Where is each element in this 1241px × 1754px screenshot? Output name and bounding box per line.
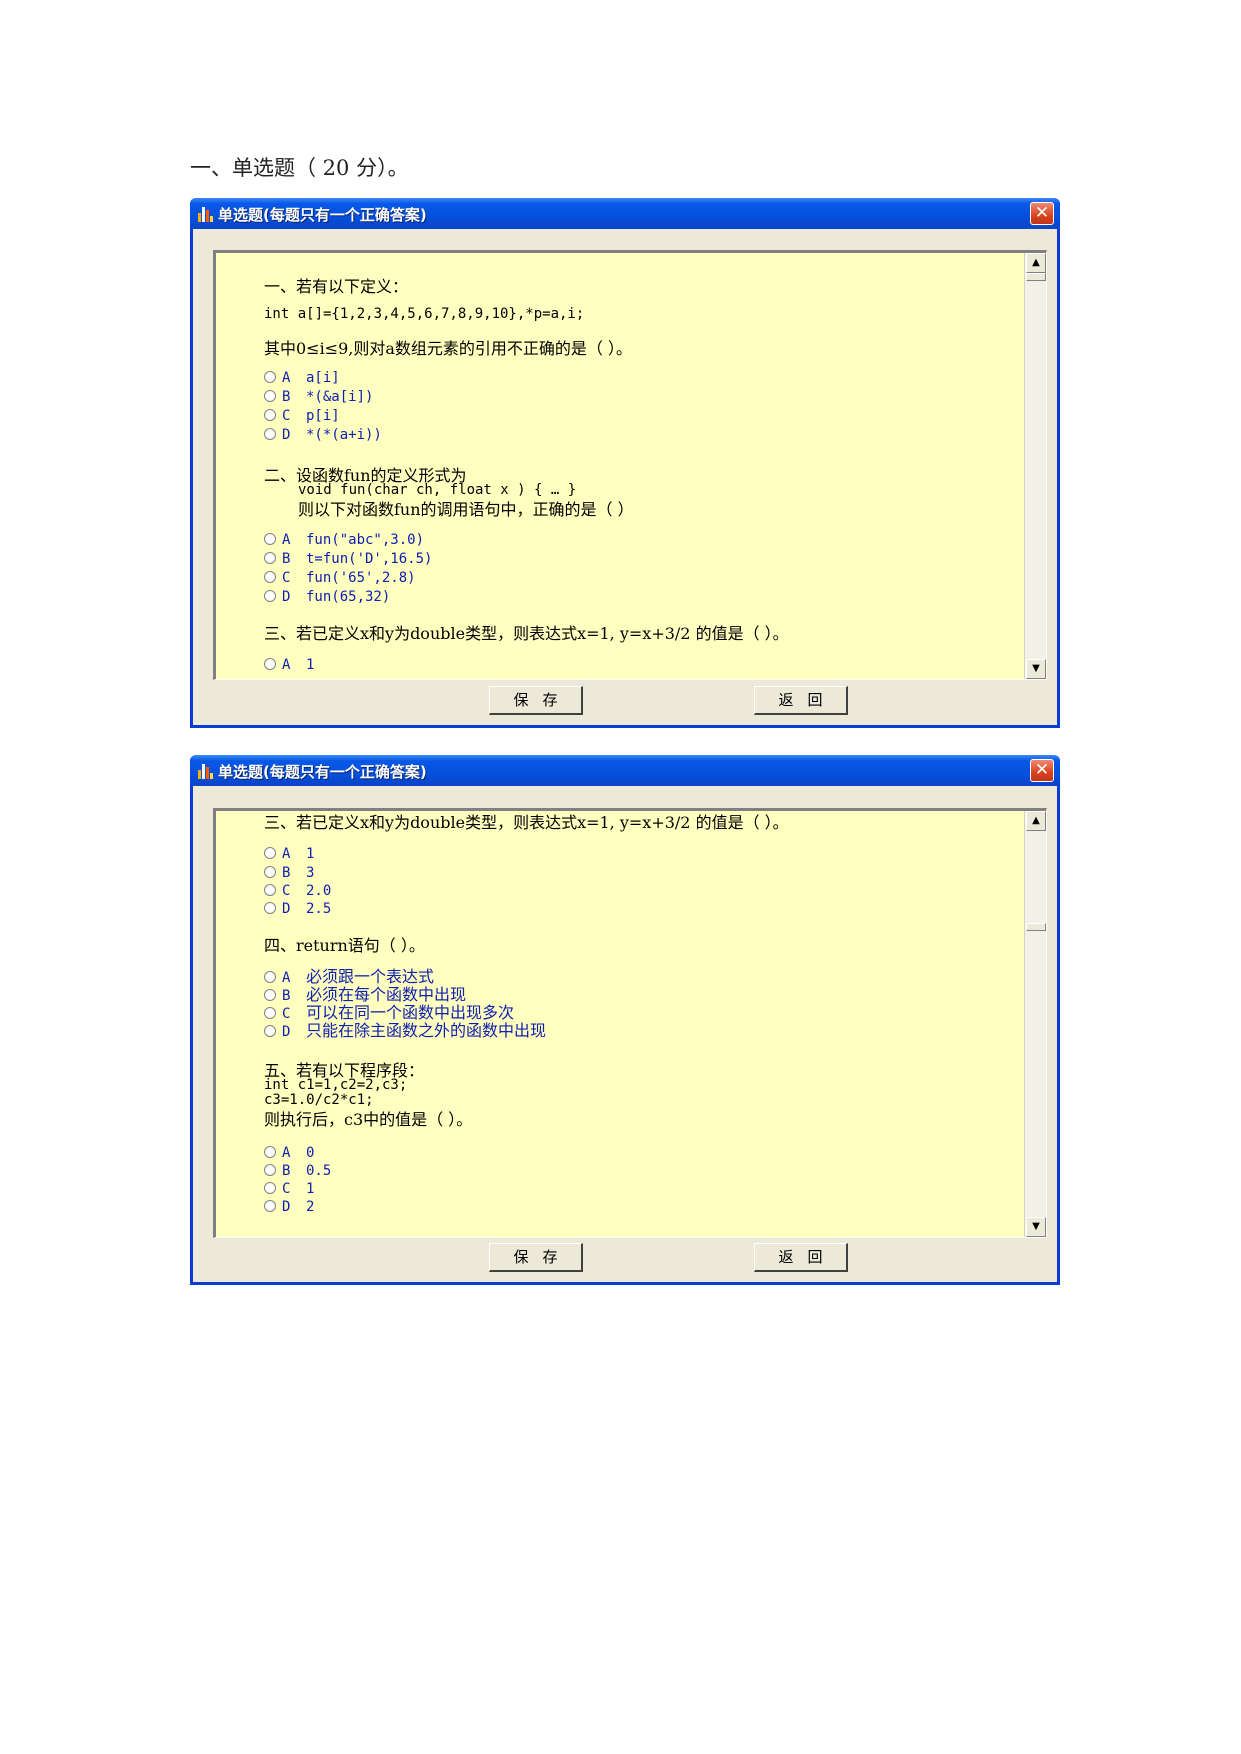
- q1-option-b[interactable]: B *(&a[i]): [264, 388, 373, 406]
- q3-option-c[interactable]: C 2.0: [264, 882, 331, 900]
- q4-option-d[interactable]: D 只能在除主函数之外的函数中出现: [264, 1022, 546, 1040]
- radio-button[interactable]: [264, 884, 276, 896]
- q2-option-c[interactable]: Cfun('65',2.8): [264, 569, 416, 587]
- radio-button[interactable]: [264, 390, 276, 402]
- q3-option-b[interactable]: B3: [264, 864, 314, 882]
- scroll-thumb[interactable]: [1026, 923, 1046, 931]
- radio-button[interactable]: [264, 866, 276, 878]
- radio-button[interactable]: [264, 1200, 276, 1212]
- arrow-up-icon[interactable]: ▲: [1026, 253, 1046, 273]
- back-button[interactable]: 返回: [754, 1243, 848, 1272]
- radio-button[interactable]: [264, 902, 276, 914]
- radio-button[interactable]: [264, 371, 276, 383]
- quiz-window-2: 单选题(每题只有一个正确答案) ✕ 三、若已定义x和y为double类型，则表达…: [190, 755, 1060, 1285]
- q1-option-c[interactable]: Cp[i]: [264, 407, 340, 425]
- close-icon[interactable]: ✕: [1030, 202, 1054, 225]
- q5-option-b[interactable]: B 0.5: [264, 1162, 331, 1180]
- arrow-down-icon[interactable]: ▼: [1026, 1217, 1046, 1237]
- q5-option-d[interactable]: D2: [264, 1198, 314, 1216]
- q3-option-a[interactable]: A1: [264, 845, 314, 863]
- radio-button[interactable]: [264, 409, 276, 421]
- save-button[interactable]: 保存: [489, 1243, 583, 1272]
- q4-option-b[interactable]: B 必须在每个函数中出现: [264, 986, 466, 1004]
- quiz-window-1: 单选题(每题只有一个正确答案) ✕ 一、若有以下定义： int a[]={1,2…: [190, 198, 1060, 728]
- radio-button[interactable]: [264, 847, 276, 859]
- q5-option-a[interactable]: A0: [264, 1144, 314, 1162]
- radio-button[interactable]: [264, 552, 276, 564]
- radio-button[interactable]: [264, 658, 276, 670]
- vertical-scrollbar[interactable]: ▲ ▼: [1024, 811, 1046, 1237]
- radio-button[interactable]: [264, 1182, 276, 1194]
- radio-button[interactable]: [264, 533, 276, 545]
- q1-option-d[interactable]: D *(*(a+i)): [264, 426, 382, 444]
- title-bar[interactable]: 单选题(每题只有一个正确答案) ✕: [190, 198, 1060, 229]
- page-heading: 一、单选题（ 20 分）。: [190, 156, 409, 180]
- q1-option-a[interactable]: Aa[i]: [264, 369, 340, 387]
- radio-button[interactable]: [264, 1007, 276, 1019]
- radio-button[interactable]: [264, 1025, 276, 1037]
- question-panel: 一、若有以下定义： int a[]={1,2,3,4,5,6,7,8,9,10}…: [213, 250, 1047, 680]
- question-1-code: int a[]={1,2,3,4,5,6,7,8,9,10},*p=a,i;: [264, 306, 585, 322]
- question-3-title: 三、若已定义x和y为double类型，则表达式x=1, y=x+3/2 的值是（…: [264, 813, 789, 832]
- question-4-title: 四、return语句（ ）。: [264, 936, 425, 955]
- radio-button[interactable]: [264, 971, 276, 983]
- q4-option-a[interactable]: A 必须跟一个表达式: [264, 968, 434, 986]
- q4-option-c[interactable]: C 可以在同一个函数中出现多次: [264, 1004, 514, 1022]
- bar-chart-icon: [197, 205, 213, 222]
- question-1-title: 一、若有以下定义：: [264, 277, 409, 296]
- question-panel: 三、若已定义x和y为double类型，则表达式x=1, y=x+3/2 的值是（…: [213, 808, 1047, 1238]
- question-5-text: 则执行后，c3中的值是（ ）。: [264, 1110, 473, 1129]
- q2-option-d[interactable]: Dfun(65,32): [264, 588, 390, 606]
- radio-button[interactable]: [264, 1164, 276, 1176]
- q3-option-a[interactable]: A1: [264, 656, 314, 674]
- question-3-title: 三、若已定义x和y为double类型，则表达式x=1, y=x+3/2 的值是（…: [264, 624, 789, 643]
- question-2-text: 则以下对函数fun的调用语句中，正确的是（ ）: [298, 500, 634, 519]
- window-title: 单选题(每题只有一个正确答案): [218, 206, 427, 224]
- save-button[interactable]: 保存: [489, 686, 583, 715]
- radio-button[interactable]: [264, 590, 276, 602]
- scroll-thumb[interactable]: [1026, 273, 1046, 281]
- close-icon[interactable]: ✕: [1030, 759, 1054, 782]
- back-button[interactable]: 返回: [754, 686, 848, 715]
- window-title: 单选题(每题只有一个正确答案): [218, 763, 427, 781]
- arrow-down-icon[interactable]: ▼: [1026, 659, 1046, 679]
- q2-option-a[interactable]: Afun("abc",3.0): [264, 531, 424, 549]
- vertical-scrollbar[interactable]: ▲ ▼: [1024, 253, 1046, 679]
- arrow-up-icon[interactable]: ▲: [1026, 811, 1046, 831]
- bar-chart-icon: [197, 762, 213, 779]
- title-bar[interactable]: 单选题(每题只有一个正确答案) ✕: [190, 755, 1060, 786]
- question-5-code-line-1: int c1=1,c2=2,c3;: [264, 1077, 408, 1093]
- radio-button[interactable]: [264, 428, 276, 440]
- q5-option-c[interactable]: C1: [264, 1180, 314, 1198]
- radio-button[interactable]: [264, 1146, 276, 1158]
- radio-button[interactable]: [264, 571, 276, 583]
- question-1-text: 其中0≤i≤9,则对a数组元素的引用不正确的是（ ）。: [264, 339, 633, 358]
- q3-option-d[interactable]: D 2.5: [264, 900, 331, 918]
- radio-button[interactable]: [264, 989, 276, 1001]
- q2-option-b[interactable]: Bt=fun('D',16.5): [264, 550, 432, 568]
